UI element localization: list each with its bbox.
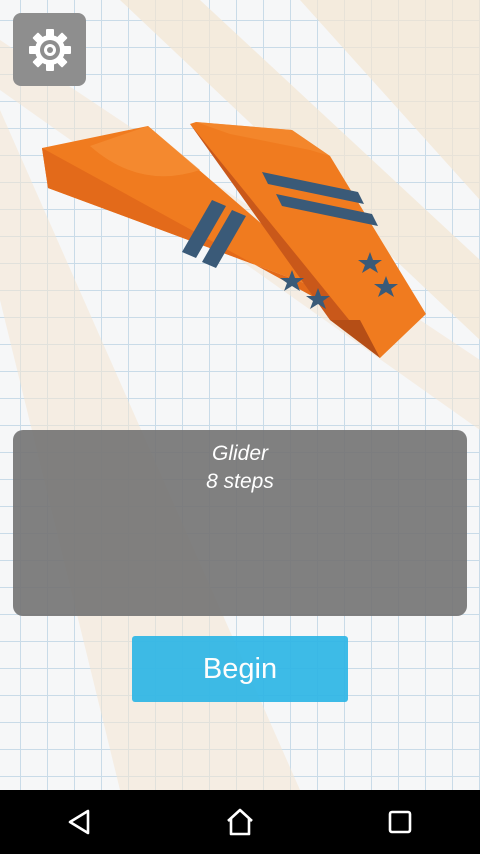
recents-square-icon xyxy=(388,810,412,834)
back-triangle-icon xyxy=(68,809,90,835)
glider-plane-illustration xyxy=(42,122,426,358)
system-navigation-bar xyxy=(0,790,480,854)
nav-recents-button[interactable] xyxy=(355,790,445,854)
gear-icon xyxy=(28,28,71,71)
nav-back-button[interactable] xyxy=(35,790,125,854)
level-steps: 8 steps xyxy=(206,470,274,493)
level-name: Glider xyxy=(211,442,269,465)
home-icon xyxy=(227,808,253,836)
begin-button[interactable]: Begin xyxy=(132,636,348,702)
settings-button[interactable] xyxy=(13,13,86,86)
nav-home-button[interactable] xyxy=(195,790,285,854)
level-info-panel: Glider 8 steps xyxy=(13,430,467,616)
